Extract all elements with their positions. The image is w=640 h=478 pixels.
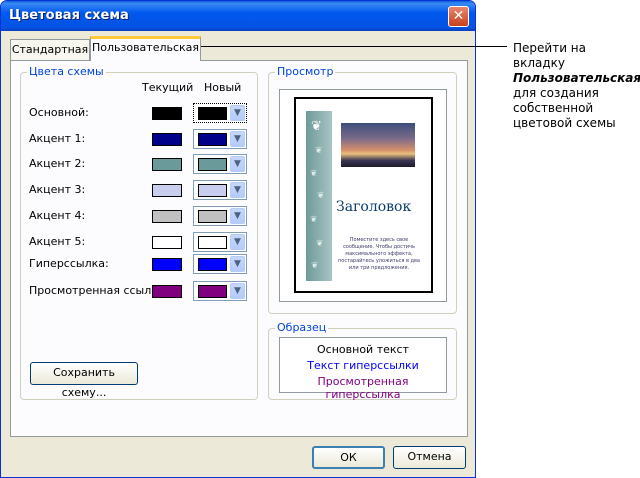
ok-button[interactable]: ОК: [312, 446, 385, 469]
chevron-down-icon[interactable]: ▼: [230, 131, 245, 147]
current-color-swatch: [152, 285, 182, 298]
leaf-icon: ❦: [310, 215, 318, 225]
new-color-picker[interactable]: ▼: [193, 254, 247, 274]
chevron-down-icon[interactable]: ▼: [230, 208, 245, 224]
preview-photo: [341, 123, 415, 167]
preview-body-text: Поместите здесь свое сообщение. Чтобы до…: [338, 237, 420, 271]
title-bar[interactable]: Цветовая схема ✕: [1, 1, 475, 31]
chevron-down-icon[interactable]: ▼: [230, 105, 245, 121]
dialog-title: Цветовая схема: [9, 8, 129, 23]
new-color-swatch: [198, 184, 227, 197]
callout-line-2: Пользовательская: [513, 71, 640, 85]
new-color-swatch: [198, 236, 227, 249]
new-color-picker[interactable]: ▼: [193, 180, 247, 200]
current-color-swatch: [152, 184, 182, 197]
callout-annotation: Перейти на вкладку Пользовательская для …: [513, 41, 640, 131]
new-color-swatch: [198, 107, 227, 120]
sample-legend: Образец: [275, 321, 329, 334]
current-color-swatch: [152, 133, 182, 146]
chevron-down-icon[interactable]: ▼: [230, 256, 245, 272]
new-color-picker[interactable]: ▼: [193, 129, 247, 149]
leaf-icon: ❦: [311, 119, 322, 134]
new-color-picker[interactable]: ▼: [193, 103, 247, 123]
new-color-picker[interactable]: ▼: [193, 206, 247, 226]
callout-line-3: для создания собственной цветовой схемы: [513, 86, 616, 130]
close-button[interactable]: ✕: [448, 6, 469, 27]
new-color-swatch: [198, 210, 227, 223]
new-color-picker[interactable]: ▼: [193, 232, 247, 252]
callout-line: [197, 46, 507, 47]
leaf-icon: ❦: [315, 146, 323, 156]
color-row-label: Акцент 1:: [29, 132, 86, 145]
close-icon: ✕: [452, 8, 465, 24]
color-scheme-dialog: Цветовая схема ✕ Стандартная Пользовател…: [0, 0, 476, 478]
chevron-down-icon[interactable]: ▼: [230, 283, 245, 299]
color-row-label: Основной:: [29, 106, 89, 119]
callout-line-1: Перейти на вкладку: [513, 41, 587, 70]
current-color-swatch: [152, 258, 182, 271]
sample-hyperlink-text: Текст гиперссылки: [307, 359, 419, 372]
cancel-button[interactable]: Отмена: [393, 446, 466, 469]
color-row-label: Гиперссылка:: [29, 257, 109, 270]
color-row-label: Просмотренная ссылка:: [29, 284, 169, 297]
new-color-swatch: [198, 158, 227, 171]
color-row-label: Акцент 4:: [29, 209, 86, 222]
current-color-swatch: [152, 210, 182, 223]
current-color-swatch: [152, 107, 182, 120]
scheme-colors-legend: Цвета схемы: [27, 65, 106, 78]
chevron-down-icon[interactable]: ▼: [230, 182, 245, 198]
new-color-picker[interactable]: ▼: [193, 281, 247, 301]
leaf-icon: ❦: [316, 239, 324, 249]
preview-legend: Просмотр: [275, 65, 336, 78]
chevron-down-icon[interactable]: ▼: [230, 156, 245, 172]
new-color-swatch: [198, 258, 227, 271]
leaf-icon: ❦: [310, 169, 318, 179]
current-color-swatch: [152, 158, 182, 171]
color-row-label: Акцент 2:: [29, 157, 86, 170]
current-color-swatch: [152, 236, 182, 249]
color-row-label: Акцент 3:: [29, 183, 86, 196]
new-color-picker[interactable]: ▼: [193, 154, 247, 174]
color-row-label: Акцент 5:: [29, 235, 86, 248]
tab-standard[interactable]: Стандартная: [10, 39, 90, 61]
new-color-swatch: [198, 133, 227, 146]
sample-visited-text: Просмотренная гиперссылка: [317, 375, 409, 401]
new-color-swatch: [198, 285, 227, 298]
column-header-new: Новый: [204, 81, 242, 94]
chevron-down-icon[interactable]: ▼: [230, 234, 245, 250]
tab-custom[interactable]: Пользовательская: [90, 36, 201, 61]
leaf-icon: ❦: [311, 261, 319, 271]
leaf-icon: ❦: [317, 191, 325, 201]
column-header-current: Текущий: [142, 81, 194, 94]
preview-heading: Заголовок: [336, 199, 412, 215]
save-scheme-button[interactable]: Сохранить схему...: [30, 362, 138, 399]
sample-body-text: Основной текст: [317, 343, 409, 356]
